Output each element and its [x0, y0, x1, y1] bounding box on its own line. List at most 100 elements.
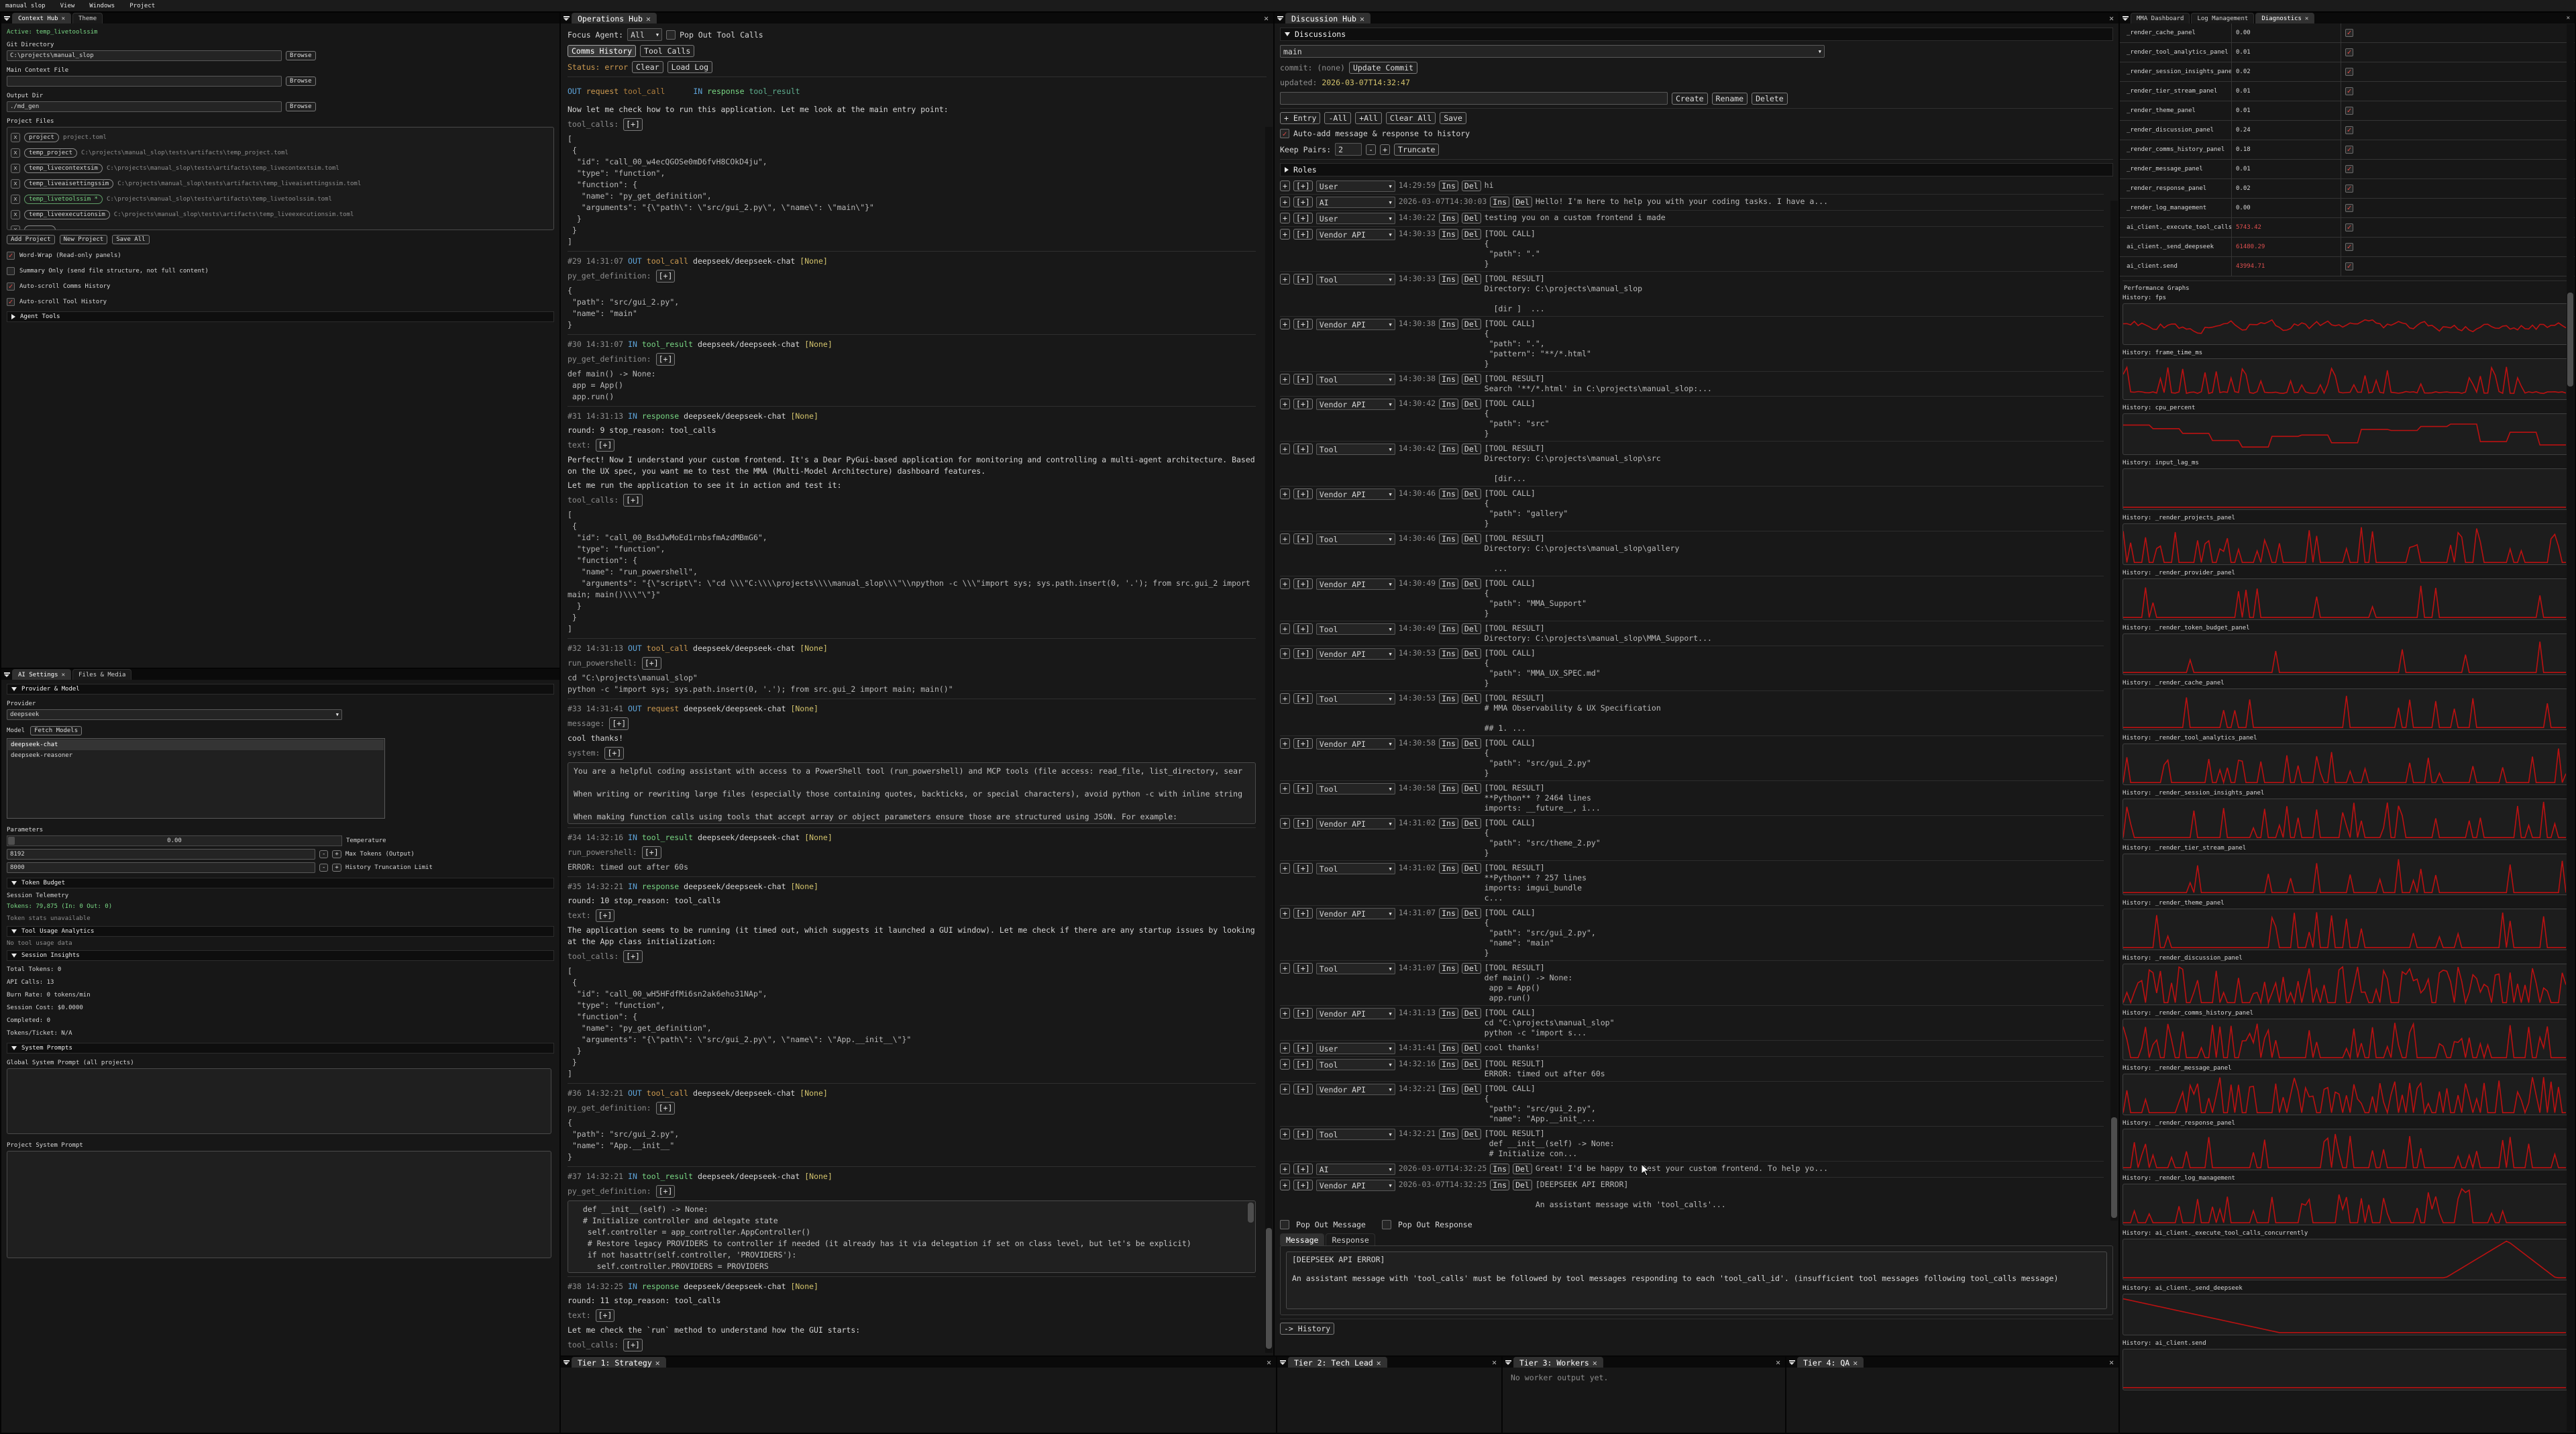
entry-expand-button[interactable]: [+]: [1293, 623, 1313, 634]
entry-delete-button[interactable]: Del: [1462, 578, 1481, 589]
git-directory-input[interactable]: C:\projects\manual_slop: [7, 50, 282, 61]
tab-theme[interactable]: Theme: [72, 13, 103, 23]
dock-collapse-icon[interactable]: [1277, 1357, 1288, 1368]
dock-collapse-icon[interactable]: [1, 13, 12, 23]
project-file-pill[interactable]: project: [24, 133, 59, 142]
entry-add-button[interactable]: +: [1280, 489, 1290, 499]
entry-expand-button[interactable]: [+]: [1293, 1059, 1313, 1070]
entry-expand-button[interactable]: [+]: [1293, 399, 1313, 409]
entry-role-select[interactable]: Vendor API▼: [1316, 489, 1395, 500]
entry-role-select[interactable]: Tool▼: [1316, 444, 1395, 455]
dock-collapse-icon[interactable]: [1275, 13, 1285, 23]
remove-file-button[interactable]: x: [11, 210, 20, 219]
expand-button[interactable]: [+]: [642, 657, 661, 670]
system-prompts-header[interactable]: System Prompts: [7, 1043, 554, 1054]
to-history-button[interactable]: -> History: [1280, 1323, 1334, 1335]
entry-insert-button[interactable]: Ins: [1439, 399, 1458, 409]
pop-out-message-checkbox[interactable]: [1280, 1220, 1289, 1229]
diag-checkbox[interactable]: [2345, 185, 2353, 193]
add-project-button[interactable]: Add Project: [7, 235, 55, 244]
remove-file-button[interactable]: x: [11, 164, 20, 173]
global-prompt-textarea[interactable]: [7, 1068, 551, 1134]
entry-expand-button[interactable]: [+]: [1293, 818, 1313, 829]
entry-expand-button[interactable]: [+]: [1293, 1129, 1313, 1139]
entry-add-button[interactable]: +: [1280, 783, 1290, 794]
diag-checkbox[interactable]: [2345, 223, 2353, 232]
diag-checkbox[interactable]: [2345, 204, 2353, 212]
entry-expand-button[interactable]: [+]: [1293, 444, 1313, 454]
slider-grab[interactable]: [8, 837, 15, 845]
entry-expand-button[interactable]: [+]: [1293, 693, 1313, 704]
entry-add-button[interactable]: +: [1280, 1180, 1290, 1190]
expand-button[interactable]: [+]: [623, 950, 643, 963]
dock-collapse-icon[interactable]: [561, 13, 572, 23]
entry-role-select[interactable]: Vendor API▼: [1316, 1084, 1395, 1095]
option-checkbox[interactable]: [7, 283, 15, 291]
rename-button[interactable]: Rename: [1712, 93, 1748, 105]
entry-add-button[interactable]: +: [1280, 1129, 1290, 1139]
entry-expand-button[interactable]: [+]: [1293, 213, 1313, 223]
entry-role-select[interactable]: Vendor API▼: [1316, 319, 1395, 330]
entry-insert-button[interactable]: Ins: [1439, 1043, 1458, 1054]
entry-insert-button[interactable]: Ins: [1439, 213, 1458, 223]
entry-add-button[interactable]: +: [1280, 738, 1290, 749]
ops-scrollbar-thumb[interactable]: [1266, 1228, 1272, 1349]
entry-add-button[interactable]: +: [1280, 908, 1290, 919]
entry-delete-button[interactable]: Del: [1513, 1164, 1532, 1174]
entry-role-select[interactable]: Vendor API▼: [1316, 908, 1395, 919]
entry-role-select[interactable]: Tool▼: [1316, 623, 1395, 635]
window-close-icon[interactable]: ✕: [2562, 13, 2575, 23]
comms-history-button[interactable]: Comms History: [568, 45, 636, 57]
truncate-button[interactable]: Truncate: [1394, 144, 1439, 156]
entry-insert-button[interactable]: Ins: [1490, 1180, 1509, 1190]
diag-checkbox[interactable]: [2345, 165, 2353, 173]
entry-role-select[interactable]: Vendor API▼: [1316, 648, 1395, 660]
entry-add-button[interactable]: +: [1280, 1043, 1290, 1054]
entry-delete-button[interactable]: Del: [1462, 1008, 1481, 1019]
tab-response[interactable]: Response: [1326, 1233, 1375, 1245]
entry-delete-button[interactable]: Del: [1462, 1043, 1481, 1054]
entry-role-select[interactable]: Vendor API▼: [1316, 399, 1395, 410]
focus-agent-combo[interactable]: All▼: [627, 28, 662, 41]
entry-add-button[interactable]: +: [1280, 229, 1290, 240]
entry-insert-button[interactable]: Ins: [1439, 648, 1458, 659]
entry-role-select[interactable]: Tool▼: [1316, 863, 1395, 874]
entry-expand-button[interactable]: [+]: [1293, 533, 1313, 544]
entry-add-button[interactable]: +: [1280, 319, 1290, 329]
entry-add-button[interactable]: +: [1280, 1008, 1290, 1019]
tab-log-management[interactable]: Log Management: [2191, 13, 2254, 23]
entry-add-button[interactable]: +: [1280, 374, 1290, 385]
entry-role-select[interactable]: Vendor API▼: [1316, 818, 1395, 829]
entry-delete-button[interactable]: Del: [1462, 738, 1481, 749]
entry-delete-button[interactable]: Del: [1462, 623, 1481, 634]
entry-expand-button[interactable]: [+]: [1293, 1180, 1313, 1190]
close-icon[interactable]: ✕: [1360, 14, 1364, 23]
entry-expand-button[interactable]: [+]: [1293, 1008, 1313, 1019]
api-error-box[interactable]: [DEEPSEEK API ERROR] An assistant messag…: [1286, 1251, 2107, 1309]
entry-expand-button[interactable]: [+]: [1293, 1043, 1313, 1054]
tab-ai-settings[interactable]: AI Settings✕: [12, 669, 71, 680]
project-file-pill[interactable]: [24, 225, 56, 231]
entry-delete-button[interactable]: Del: [1462, 489, 1481, 499]
entry-insert-button[interactable]: Ins: [1439, 863, 1458, 874]
entry-role-select[interactable]: Tool▼: [1316, 963, 1395, 974]
entry-add-button[interactable]: +: [1280, 578, 1290, 589]
entry-insert-button[interactable]: Ins: [1439, 274, 1458, 285]
entry-expand-button[interactable]: [+]: [1293, 783, 1313, 794]
tab-tier3-workers[interactable]: Tier 3: Workers✕: [1513, 1357, 1603, 1368]
entry-add-button[interactable]: +: [1280, 197, 1290, 207]
expand-button[interactable]: [+]: [623, 118, 643, 131]
entry-expand-button[interactable]: [+]: [1293, 229, 1313, 240]
auto-add-checkbox[interactable]: [1280, 129, 1289, 138]
clear-button[interactable]: Clear: [632, 61, 663, 73]
close-icon[interactable]: ✕: [646, 14, 651, 23]
tab-message[interactable]: Message: [1280, 1233, 1324, 1245]
entry-insert-button[interactable]: Ins: [1439, 1084, 1458, 1094]
entry-delete-button[interactable]: Del: [1462, 533, 1481, 544]
entry-delete-button[interactable]: Del: [1462, 693, 1481, 704]
entry-insert-button[interactable]: Ins: [1439, 181, 1458, 191]
entry-role-select[interactable]: Vendor API▼: [1316, 229, 1395, 240]
ops-scrollbar-track[interactable]: [1265, 127, 1273, 1353]
tool-calls-button[interactable]: Tool Calls: [640, 45, 694, 57]
project-file-pill[interactable]: temp_liveexecutionsim: [24, 210, 110, 219]
